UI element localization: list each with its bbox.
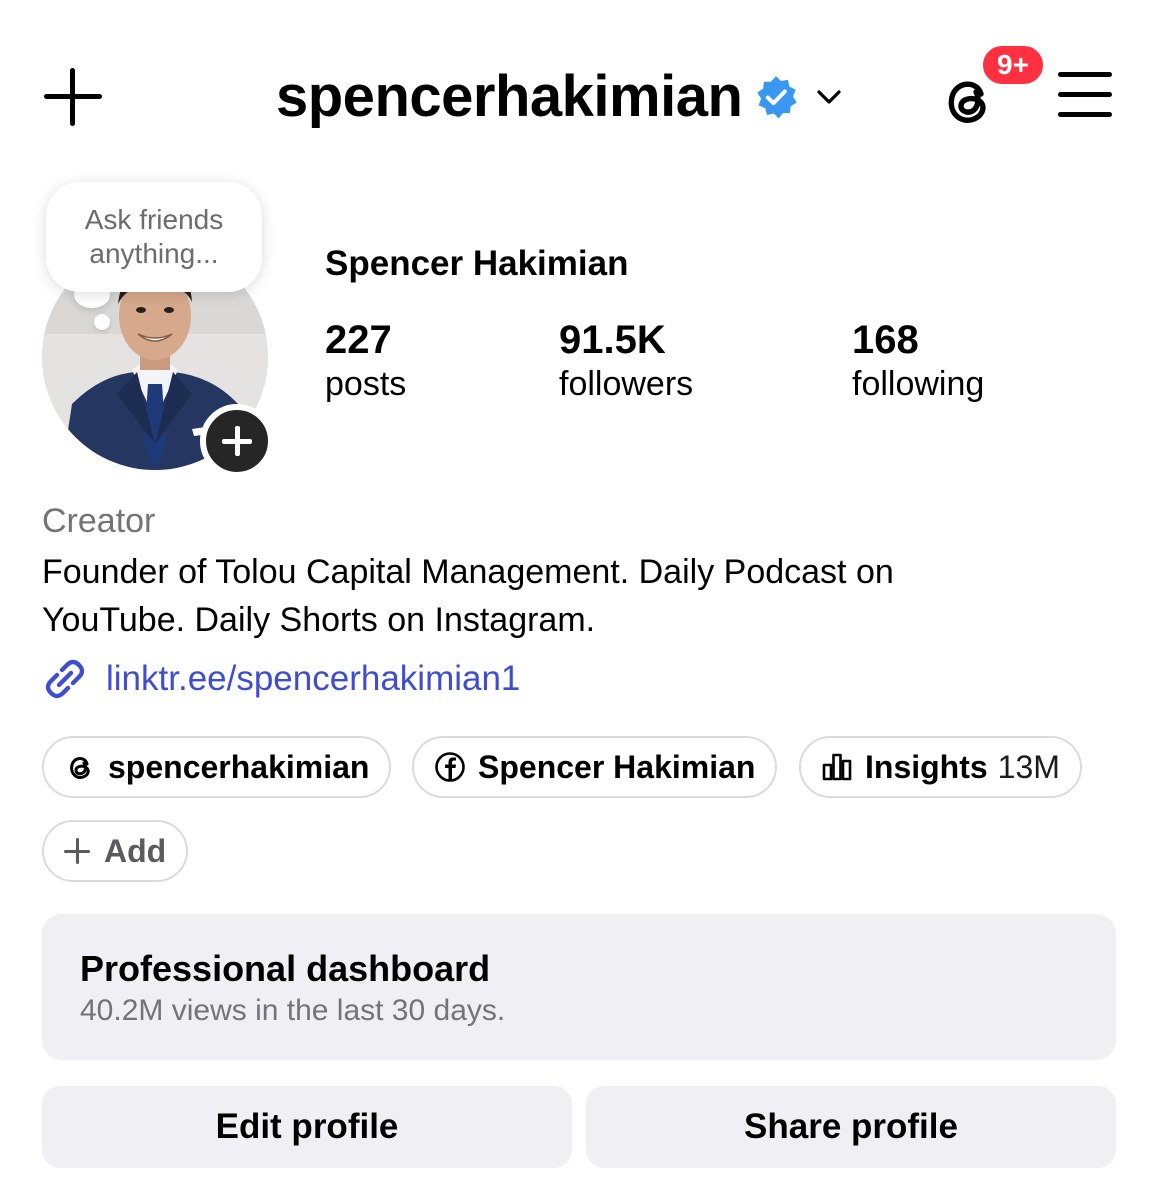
threads-profile-pill[interactable]: spencerhakimian [42,736,392,798]
bio-link[interactable]: linktr.ee/spencerhakimian1 [42,656,520,702]
dashboard-subtitle: 40.2M views in the last 30 days. [80,994,506,1027]
professional-dashboard-card[interactable]: Professional dashboard 40.2M views in th… [42,914,1116,1060]
username-title: spencerhakimian [276,64,743,129]
following-label: following [852,365,985,403]
facebook-pill-label: Spencer Hakimian [478,748,756,785]
menu-icon[interactable] [1058,72,1112,118]
followers-count: 91.5K [559,318,666,362]
add-link-pill[interactable]: Add [42,820,189,882]
note-bubble-tail-dot [94,314,110,330]
note-text: Ask friends anything... [84,203,224,269]
following-stat[interactable]: 168 following [852,318,984,406]
link-icon [45,659,85,699]
share-profile-label: Share profile [744,1107,958,1146]
following-count: 168 [852,318,919,362]
posts-label: posts [325,365,407,403]
menu-line [1058,72,1112,77]
insights-value: 13M [997,748,1060,785]
share-profile-button[interactable]: Share profile [586,1086,1116,1168]
menu-line [1058,112,1112,117]
notification-badge: 9+ [978,41,1048,89]
account-switcher[interactable]: spencerhakimian [276,62,844,132]
create-plus-icon[interactable] [44,68,102,126]
verified-badge-icon [757,76,798,119]
posts-count: 227 [325,318,392,362]
posts-stat[interactable]: 227 posts [325,318,406,406]
link-text: linktr.ee/spencerhakimian1 [106,659,521,698]
plus-icon [64,838,90,864]
followers-label: followers [559,365,694,403]
edit-profile-label: Edit profile [215,1107,399,1146]
facebook-icon [435,752,465,782]
insights-pill[interactable]: Insights 13M [799,736,1082,798]
add-pill-label: Add [104,832,167,869]
menu-line [1058,92,1112,97]
threads-pill-label: spencerhakimian [108,748,370,785]
chevron-down-icon [817,90,841,104]
profile-category: Creator [42,502,156,540]
edit-profile-button[interactable]: Edit profile [42,1086,572,1168]
facebook-profile-pill[interactable]: Spencer Hakimian [412,736,778,798]
dashboard-title: Professional dashboard [80,948,491,989]
bar-chart-icon [822,753,852,781]
followers-stat[interactable]: 91.5K followers [559,318,693,406]
threads-icon [70,757,90,779]
note-bubble[interactable]: Ask friends anything... [46,182,262,292]
bio-text: Founder of Tolou Capital Management. Dai… [42,553,894,639]
add-story-button[interactable] [200,404,274,478]
display-name: Spencer Hakimian [325,244,629,283]
insights-label: Insights [865,748,988,785]
profile-header: spencerhakimian 9+ [0,0,1158,190]
